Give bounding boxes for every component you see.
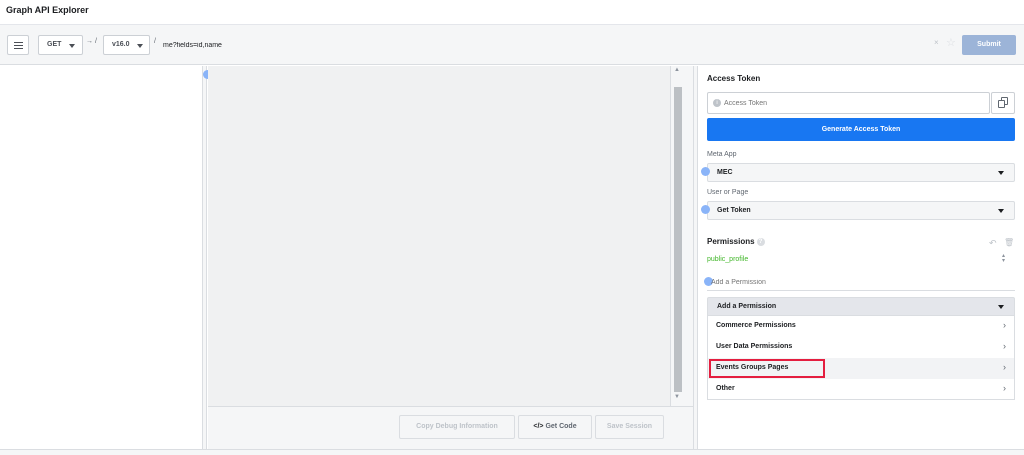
add-permission-dropdown[interactable]: Add a Permission [707, 297, 1015, 316]
code-icon: </> [533, 423, 544, 430]
copy-debug-button[interactable]: Copy Debug Information [399, 415, 515, 439]
footer-strip [0, 449, 1024, 455]
path-slash-separator: / [154, 38, 156, 45]
focus-dot-indicator [701, 205, 710, 214]
trash-icon[interactable]: 🗑 [1004, 238, 1014, 247]
undo-icon[interactable]: ↶ [989, 238, 997, 249]
permissions-title-label: Permissions [707, 237, 755, 246]
dropdown-item-commerce-permissions[interactable]: Commerce Permissions › [708, 316, 1014, 337]
scroll-down-icon[interactable]: ▼ [674, 394, 680, 400]
caret-down-icon [998, 209, 1004, 213]
stepper-icon[interactable]: ▴ ▾ [1002, 253, 1005, 264]
response-area [208, 66, 671, 406]
user-or-page-label: User or Page [707, 189, 749, 196]
permission-item[interactable]: public_profile [707, 256, 748, 263]
http-method-select[interactable]: GET [38, 35, 83, 55]
star-icon[interactable]: ☆ [946, 36, 956, 49]
left-pane [0, 66, 202, 449]
scrollbar-thumb[interactable] [674, 87, 682, 392]
info-icon: i [713, 99, 721, 107]
caret-down-icon [137, 44, 143, 48]
add-permission-input[interactable] [707, 274, 1015, 291]
meta-app-label: Meta App [707, 151, 737, 158]
dropdown-item-other[interactable]: Other › [708, 379, 1014, 400]
chevron-right-icon: › [1003, 383, 1006, 393]
response-pane: ▲ ▼ Copy Debug Information </> Get Code … [208, 66, 693, 449]
clear-icon[interactable]: × [934, 38, 939, 47]
response-actions-bar: Copy Debug Information </> Get Code Save… [208, 406, 693, 449]
caret-down-icon [69, 44, 75, 48]
save-session-button[interactable]: Save Session [595, 415, 664, 439]
dropdown-item-label: Other [716, 385, 735, 392]
dropdown-item-label: User Data Permissions [716, 343, 793, 350]
page-title: Graph API Explorer [6, 5, 89, 15]
meta-app-value: MEC [717, 169, 733, 176]
focus-dot-indicator [701, 167, 710, 176]
access-token-title: Access Token [707, 74, 761, 83]
pane-resize-handle-right[interactable] [693, 66, 698, 449]
user-or-page-value: Get Token [717, 207, 751, 214]
access-token-input[interactable] [724, 96, 964, 110]
scroll-up-icon[interactable]: ▲ [674, 67, 680, 73]
response-scrollbar[interactable]: ▲ ▼ [671, 66, 685, 406]
help-icon[interactable]: ? [756, 238, 765, 246]
query-path-input[interactable] [163, 35, 933, 55]
meta-app-select[interactable]: MEC [707, 163, 1015, 182]
access-token-field[interactable]: i [707, 92, 990, 114]
settings-pane: Access Token i Generate Access Token Met… [699, 66, 1024, 449]
path-arrow-separator: → / [86, 38, 97, 45]
pane-resize-handle-left[interactable] [202, 66, 207, 449]
submit-button[interactable]: Submit [962, 35, 1016, 55]
get-code-button[interactable]: </> Get Code [518, 415, 592, 439]
permission-category-list: Commerce Permissions › User Data Permiss… [707, 316, 1015, 400]
chevron-right-icon: › [1003, 341, 1006, 351]
chevron-right-icon: › [1003, 362, 1006, 372]
menu-button[interactable] [7, 35, 29, 55]
dropdown-item-user-data-permissions[interactable]: User Data Permissions › [708, 337, 1014, 358]
http-method-value: GET [47, 41, 62, 48]
chevron-right-icon: › [1003, 320, 1006, 330]
query-toolbar: GET → / v16.0 / × ☆ Submit [0, 25, 1024, 65]
app-header: Graph API Explorer [0, 0, 1024, 25]
highlight-annotation-box [709, 359, 825, 378]
caret-down-icon [998, 305, 1004, 309]
permissions-title: Permissions? [707, 237, 765, 246]
caret-down-icon [998, 171, 1004, 175]
generate-access-token-button[interactable]: Generate Access Token [707, 118, 1015, 141]
user-or-page-select[interactable]: Get Token [707, 201, 1015, 220]
api-version-select[interactable]: v16.0 [103, 35, 150, 55]
api-version-value: v16.0 [112, 41, 130, 48]
get-code-label: Get Code [545, 423, 577, 430]
add-permission-dropdown-label: Add a Permission [717, 303, 777, 310]
dropdown-item-events-groups-pages[interactable]: Events Groups Pages › [708, 358, 1014, 379]
dropdown-item-label: Commerce Permissions [716, 322, 796, 329]
copy-token-button[interactable] [991, 92, 1015, 114]
